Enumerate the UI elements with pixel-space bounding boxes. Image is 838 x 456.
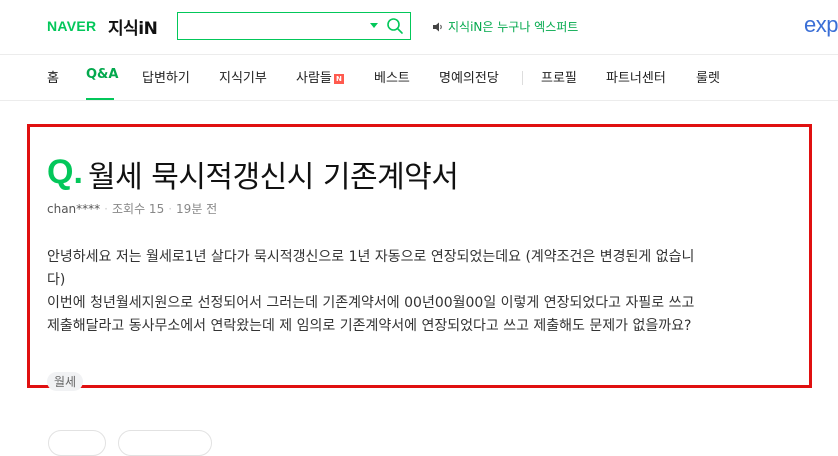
question-views: 조회수 15 <box>112 202 165 216</box>
question-body-line: 이번에 청년월세지원으로 선정되어서 그러는데 기존계약서에 00년00월00일… <box>47 295 695 311</box>
nav-item-answer[interactable]: 답변하기 <box>142 67 190 86</box>
naver-logo[interactable]: NAVER <box>47 18 96 34</box>
speaker-icon <box>433 22 442 31</box>
nav-active-indicator <box>86 98 114 100</box>
question-time: 19분 전 <box>176 202 218 216</box>
search-icon[interactable] <box>386 17 404 35</box>
nav-divider <box>522 71 523 85</box>
search-dropdown-icon[interactable] <box>370 23 378 28</box>
new-badge: N <box>333 74 344 84</box>
question-body: 안녕하세요 저는 월세로1년 살다가 묵시적갱신으로 1년 자동으로 연장되었는… <box>47 246 797 338</box>
question-body-line: 제출해달라고 동사무소에서 연락왔는데 제 임의로 기존계약서에 연장되었다고 … <box>47 318 692 334</box>
question-body-line: 안녕하세요 저는 월세로1년 살다가 묵시적갱신으로 1년 자동으로 연장되었는… <box>47 249 695 265</box>
search-box <box>177 12 411 40</box>
nav-item-profile[interactable]: 프로필 <box>541 67 577 86</box>
nav-item-donation[interactable]: 지식기부 <box>219 67 267 86</box>
question-author[interactable]: chan**** <box>47 202 100 216</box>
question-mark: Q. <box>47 153 83 191</box>
nav-item-best[interactable]: 베스트 <box>374 67 410 86</box>
nav-item-people-label: 사람들 <box>296 71 332 86</box>
action-button[interactable] <box>48 430 106 456</box>
question-meta: chan**** · 조회수 15 · 19분 전 <box>47 202 218 216</box>
nav-item-qna[interactable]: Q&A <box>86 67 118 82</box>
nav-item-partner-center[interactable]: 파트너센터 <box>606 67 666 86</box>
main-nav: 홈 Q&A 답변하기 지식기부 사람들 N 베스트 명예의전당 프로필 파트너센터… <box>0 55 838 101</box>
question-body-line: 다) <box>47 272 66 288</box>
nav-item-people[interactable]: 사람들 N <box>296 67 344 86</box>
kin-logo[interactable]: 지식iN <box>108 14 158 39</box>
nav-item-roulette[interactable]: 룰렛 <box>696 67 720 86</box>
partner-logo[interactable]: exp <box>804 12 838 38</box>
nav-item-hall-of-fame[interactable]: 명예의전당 <box>439 67 499 86</box>
search-input[interactable] <box>184 17 368 37</box>
expert-notice-text: 지식iN은 누구나 엑스퍼트 <box>448 20 579 34</box>
question-title: 월세 묵시적갱신시 기존계약서 <box>88 160 459 195</box>
question-tag[interactable]: 월세 <box>47 372 84 391</box>
expert-notice-link[interactable]: 지식iN은 누구나 엑스퍼트 <box>432 18 578 35</box>
top-header: NAVER 지식iN 지식iN은 누구나 엑스퍼트 exp <box>0 0 838 55</box>
nav-item-home[interactable]: 홈 <box>47 67 59 86</box>
action-button[interactable] <box>118 430 212 456</box>
